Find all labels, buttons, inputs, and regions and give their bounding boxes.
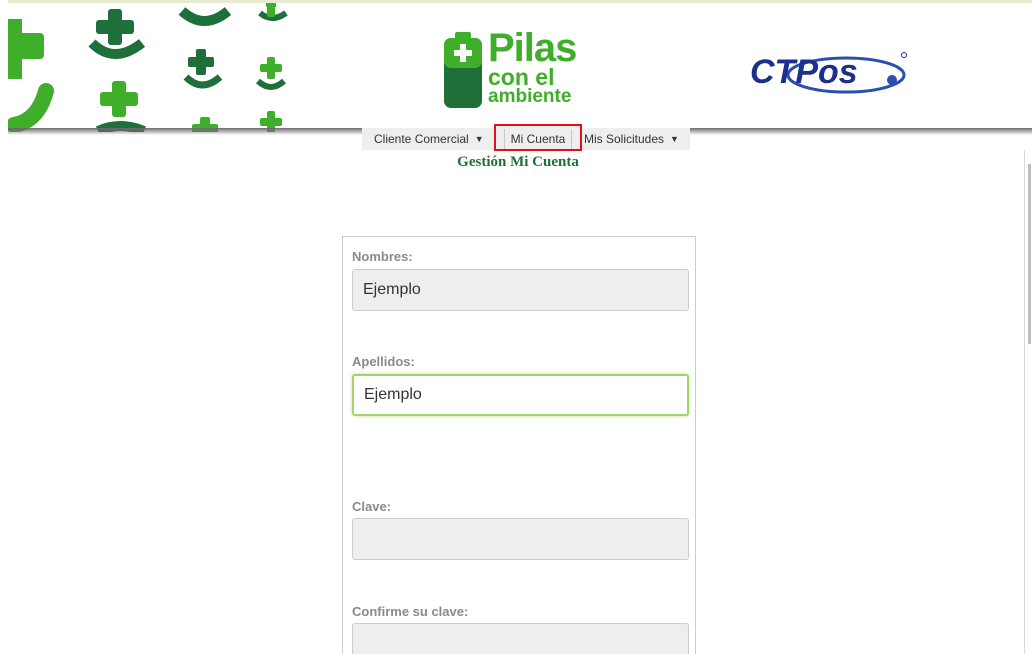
page-scrollbar[interactable] (1024, 150, 1032, 654)
battery-icon (444, 32, 482, 108)
nav-item-cliente-comercial[interactable]: Cliente Comercial ▼ (362, 129, 494, 149)
nav-item-label: Cliente Comercial (374, 132, 469, 146)
nav-item-mis-solicitudes[interactable]: Mis Solicitudes ▼ (582, 129, 685, 149)
brand-line-1: Pilas (488, 26, 577, 70)
ctpos-logo-text: CTPos (750, 53, 858, 91)
main-nav: Cliente Comercial ▼ Mi Cuenta Mis Solici… (362, 123, 690, 151)
clave-label: Clave: (352, 499, 392, 514)
account-form: Nombres: Apellidos: Clave: Confirme su c… (342, 236, 696, 654)
pilas-con-el-ambiente-logo: Pilas con el ambiente (444, 28, 614, 112)
caret-down-icon: ▼ (474, 134, 484, 144)
brand-text: Pilas con el ambiente (488, 26, 577, 107)
decorative-pattern (8, 3, 288, 132)
ctpos-logo: CTPos (750, 52, 907, 94)
nav-item-mi-cuenta[interactable]: Mi Cuenta (494, 123, 582, 151)
brand-line-3: ambiente (488, 86, 572, 107)
confirme-clave-label: Confirme su clave: (352, 604, 469, 619)
confirme-clave-field[interactable] (352, 623, 689, 654)
nav-item-label: Mi Cuenta (503, 128, 573, 149)
nav-item-label: Mis Solicitudes (584, 132, 665, 146)
scrollbar-thumb[interactable] (1028, 164, 1031, 344)
page: Pilas con el ambiente CTPos Cliente Come… (0, 0, 1032, 654)
apellidos-label: Apellidos: (352, 354, 415, 369)
page-title: Gestión Mi Cuenta (457, 154, 579, 170)
nombres-field[interactable] (352, 269, 689, 311)
nombres-label: Nombres: (352, 249, 413, 264)
header-banner: Pilas con el ambiente CTPos (8, 0, 1032, 132)
apellidos-field[interactable] (352, 374, 689, 416)
caret-down-icon: ▼ (670, 134, 679, 144)
clave-field[interactable] (352, 518, 689, 560)
